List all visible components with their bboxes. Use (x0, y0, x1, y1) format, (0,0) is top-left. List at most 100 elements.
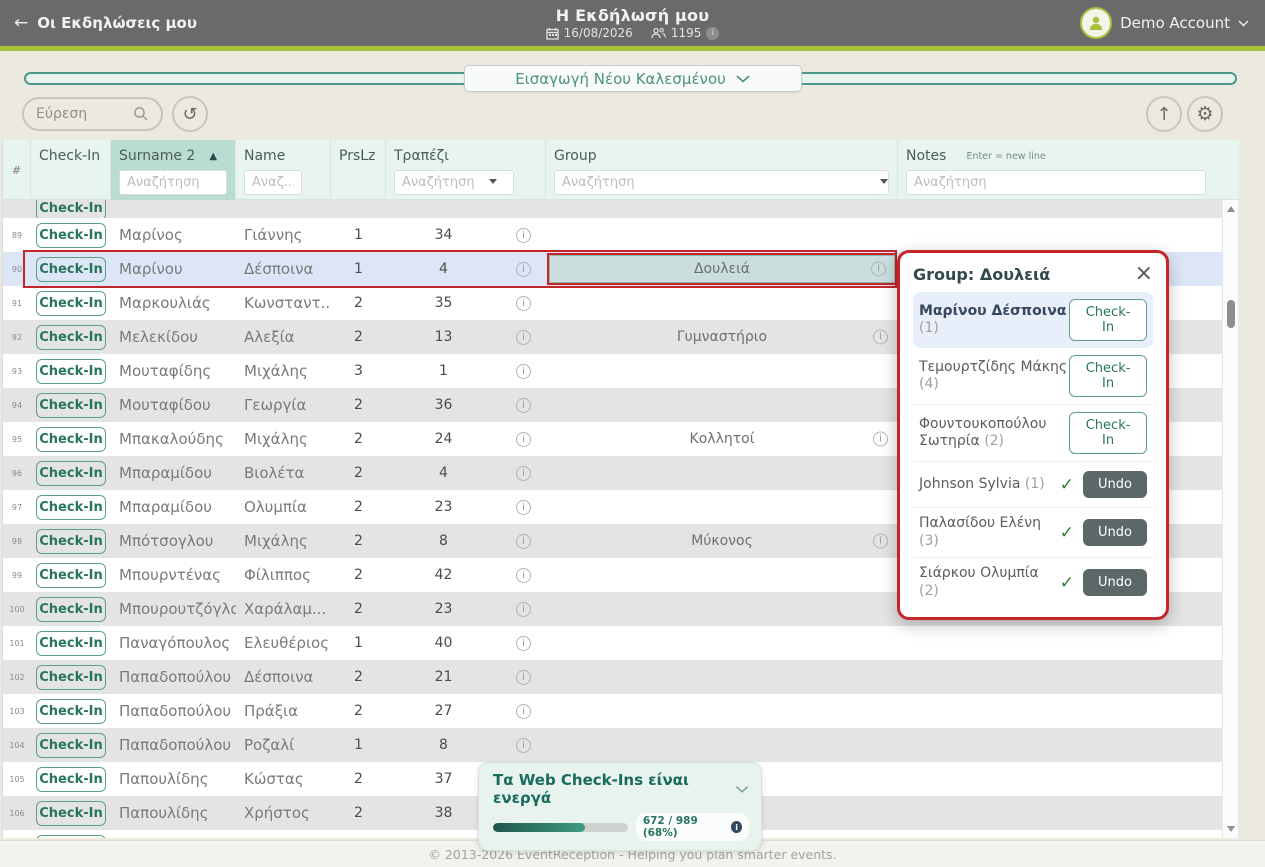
checkin-button[interactable]: Check-In (36, 393, 106, 418)
column-index: # (3, 140, 31, 201)
group-info-icon[interactable]: i (873, 432, 888, 447)
info-icon[interactable]: i (516, 364, 531, 379)
back-to-events-button[interactable]: ← Οι Εκδηλώσεις μου (0, 13, 197, 33)
checkin-button[interactable]: Check-In (36, 359, 106, 384)
scroll-down-icon[interactable] (1227, 826, 1235, 832)
checkin-button[interactable]: Check-In (36, 801, 106, 826)
checkin-button[interactable]: Check-In (36, 200, 106, 218)
checkin-button[interactable]: Check-In (36, 699, 106, 724)
checkin-button[interactable]: Check-In (36, 325, 106, 350)
refresh-icon: ↺ (182, 104, 197, 125)
widget-chevron-down-icon[interactable] (735, 785, 749, 794)
undo-button[interactable]: Undo (1083, 519, 1147, 546)
group-filter-input[interactable] (554, 170, 889, 195)
info-icon[interactable]: i (516, 262, 531, 277)
refresh-button[interactable]: ↺ (172, 96, 208, 132)
checkin-button[interactable]: Check-In (1069, 355, 1147, 397)
scroll-up-icon[interactable] (1227, 206, 1235, 212)
table-row[interactable]: 89Check-InΜαρίνοςΓιάννης134i (3, 218, 1223, 252)
checkin-button[interactable]: Check-In (36, 767, 106, 792)
checkin-button[interactable]: Check-In (36, 291, 106, 316)
event-meta: 16/08/2026 1195 i (546, 26, 720, 40)
table-row[interactable]: 103Check-InΠαπαδοπούλουΠράξια227i (3, 694, 1223, 728)
table-row[interactable]: 104Check-InΠαπαδοπούλουΡοζαλί18i (3, 728, 1223, 762)
table-scrollbar[interactable] (1222, 200, 1238, 838)
row-number: 89 (3, 231, 31, 240)
info-icon[interactable]: i (516, 296, 531, 311)
upload-button[interactable]: ↑ (1146, 96, 1182, 132)
row-number: 102 (3, 673, 31, 682)
info-icon[interactable]: i (516, 500, 531, 515)
checkin-button[interactable]: Check-In (36, 223, 106, 248)
close-icon[interactable]: × (1135, 265, 1153, 283)
cell-name: Χρήστος (236, 804, 331, 822)
insert-guest-button[interactable]: Εισαγωγή Νέου Καλεσμένου (464, 65, 802, 92)
info-icon[interactable]: i (516, 330, 531, 345)
cell-group (546, 388, 898, 422)
info-icon[interactable]: i (516, 704, 531, 719)
info-icon[interactable]: i (516, 466, 531, 481)
checkin-button[interactable]: Check-In (36, 427, 106, 452)
notes-filter-input[interactable] (906, 170, 1206, 195)
group-member-row: Μαρίνου Δέσποινα (1)Check-In (913, 292, 1153, 348)
column-checkin[interactable]: Check-In (31, 140, 111, 201)
column-table[interactable]: Τραπέζι (386, 140, 546, 201)
group-member-count: (2) (919, 583, 939, 599)
checkin-button[interactable]: Check-In (36, 257, 106, 282)
info-icon[interactable]: i (516, 602, 531, 617)
info-icon[interactable]: i (516, 432, 531, 447)
group-info-icon[interactable]: i (871, 262, 886, 277)
info-icon[interactable]: i (516, 398, 531, 413)
checkin-button[interactable]: Check-In (1069, 412, 1147, 454)
info-icon[interactable]: i (516, 636, 531, 651)
checkin-button[interactable]: Check-In (36, 529, 106, 554)
row-number: 92 (3, 333, 31, 342)
checkin-button[interactable]: Check-In (1069, 299, 1147, 341)
column-surname[interactable]: Surname 2 ▲ (111, 140, 236, 201)
cell-name: Ροζαλί (236, 736, 331, 754)
info-icon[interactable]: i (516, 738, 531, 753)
name-filter-input[interactable] (244, 170, 302, 195)
undo-button[interactable]: Undo (1083, 471, 1147, 498)
settings-button[interactable]: ⚙ (1187, 96, 1223, 132)
row-number: 96 (3, 469, 31, 478)
group-info-icon[interactable]: i (873, 330, 888, 345)
group-info-icon[interactable]: i (873, 534, 888, 549)
info-icon[interactable]: i (516, 670, 531, 685)
checkin-button[interactable]: Check-In (36, 733, 106, 758)
account-menu[interactable]: Demo Account (1080, 7, 1265, 39)
checkin-button[interactable]: Check-In (36, 563, 106, 588)
checkin-button[interactable]: Check-In (36, 835, 106, 839)
checkin-button[interactable]: Check-In (36, 631, 106, 656)
group-member-count: (4) (919, 376, 939, 392)
table-row[interactable]: Check-In (3, 200, 1223, 218)
scrollbar-thumb[interactable] (1227, 300, 1235, 328)
progress-info-icon[interactable]: i (731, 821, 742, 833)
checkin-button[interactable]: Check-In (36, 597, 106, 622)
checkin-progress-bar (493, 823, 628, 832)
cell-table: 36 (386, 397, 501, 413)
table-row[interactable]: 101Check-InΠαναγόπουλοςΕλευθέριος140i (3, 626, 1223, 660)
cell-group (546, 490, 898, 524)
column-prslz[interactable]: PrsLz (331, 140, 386, 201)
cell-surname: Μαρίνος (111, 226, 236, 244)
cell-table: 23 (386, 601, 501, 617)
group-member-row: Φουντουκοπούλου Σωτηρία (2)Check-In (913, 405, 1153, 462)
table-row[interactable]: 102Check-InΠαπαδοπούλουΔέσποινα221i (3, 660, 1223, 694)
guest-count-info-icon[interactable]: i (706, 27, 719, 40)
event-title: Η Εκδήλωσή μου (556, 6, 709, 25)
checkin-button[interactable]: Check-In (36, 665, 106, 690)
search-input[interactable] (36, 106, 133, 122)
cell-surname: Παναγόπουλος (111, 634, 236, 652)
surname-filter-input[interactable] (119, 170, 227, 195)
checkin-button[interactable]: Check-In (36, 461, 106, 486)
undo-button[interactable]: Undo (1083, 569, 1147, 596)
info-icon[interactable]: i (516, 534, 531, 549)
info-icon[interactable]: i (516, 568, 531, 583)
checkin-button[interactable]: Check-In (36, 495, 106, 520)
selected-group-chip[interactable]: Δουλειάi (549, 255, 895, 283)
column-notes[interactable]: Notes Enter = new line (898, 140, 1223, 201)
info-icon[interactable]: i (516, 228, 531, 243)
column-group[interactable]: Group (546, 140, 898, 201)
column-name[interactable]: Name (236, 140, 331, 201)
